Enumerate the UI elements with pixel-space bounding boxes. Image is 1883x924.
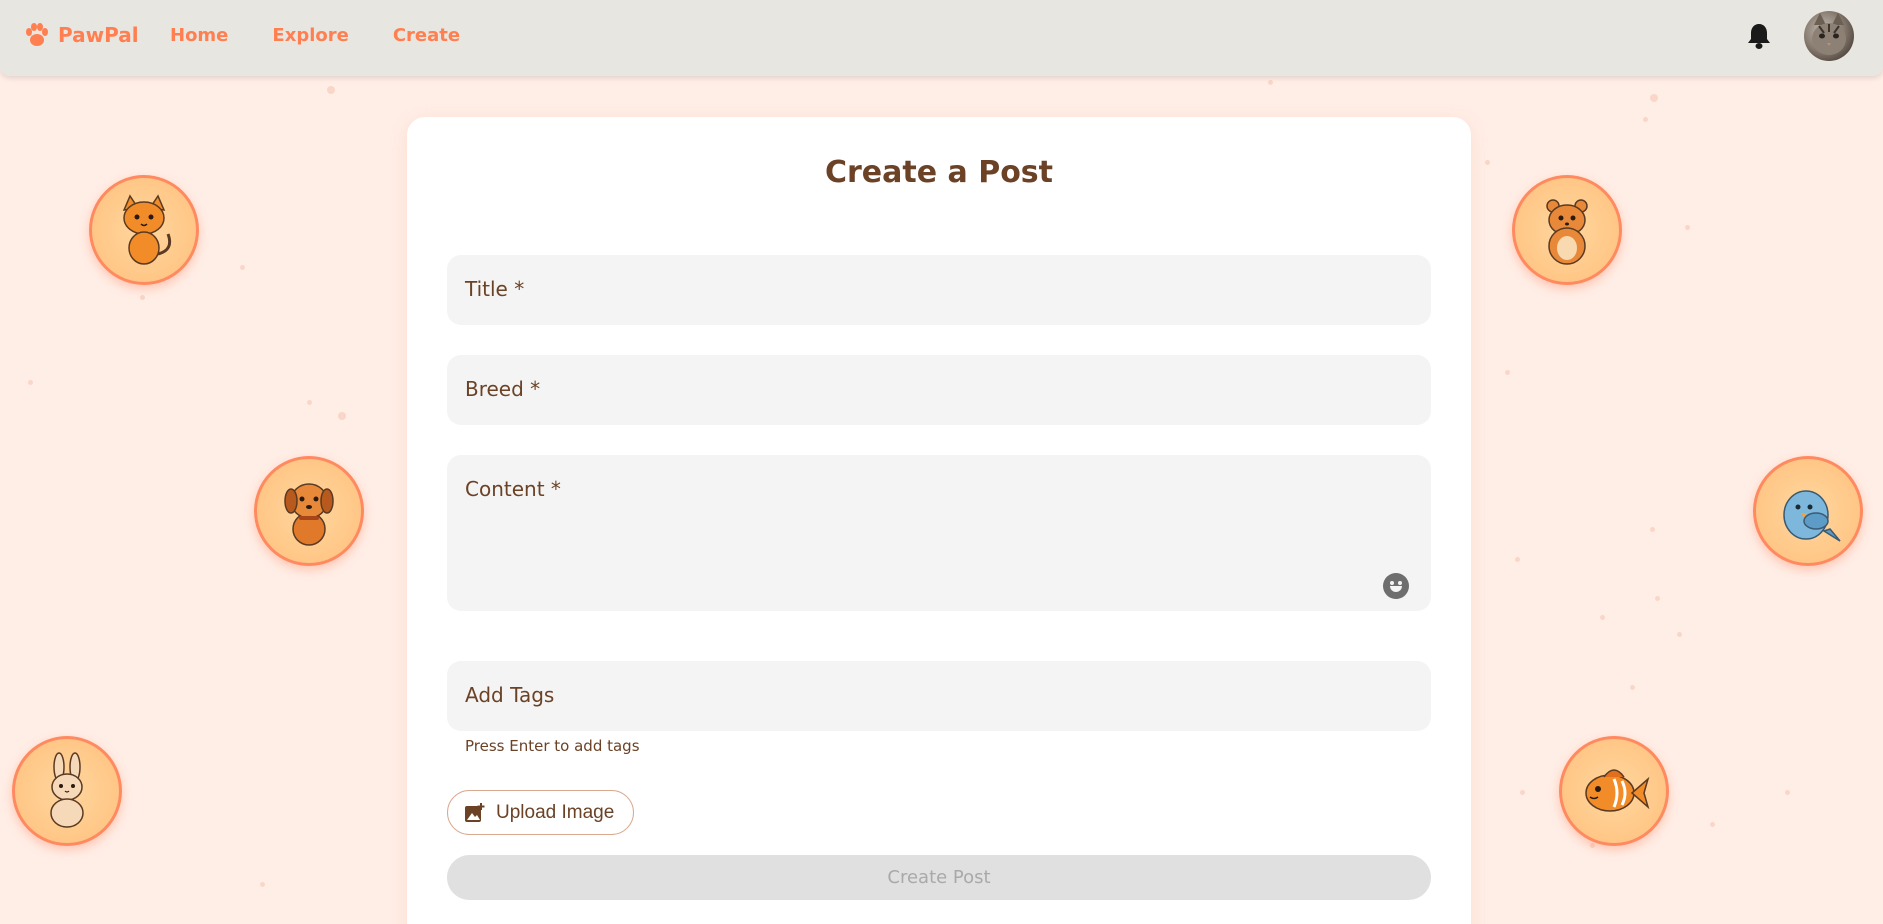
dog-icon — [284, 483, 334, 546]
hamster-icon — [1546, 199, 1588, 265]
user-avatar[interactable] — [1804, 11, 1854, 61]
decorative-dot — [1685, 225, 1690, 230]
decorative-dot — [1677, 632, 1682, 637]
nav-link-explore[interactable]: Explore — [272, 25, 348, 46]
decorative-dot — [1590, 843, 1595, 848]
nav-link-create[interactable]: Create — [393, 25, 460, 46]
main-nav: Home Explore Create — [170, 25, 460, 46]
decorative-dot — [1643, 117, 1648, 122]
cat-illustration — [89, 175, 199, 285]
tags-input-label: Add Tags — [465, 683, 555, 707]
decorative-dot — [1268, 80, 1273, 85]
decorative-dot — [1785, 790, 1790, 795]
decorative-dot — [1655, 596, 1660, 601]
top-navbar: PawPal Home Explore Create — [0, 0, 1883, 76]
decorative-dot — [1515, 557, 1520, 562]
rabbit-illustration — [12, 736, 122, 846]
decorative-dot — [140, 295, 145, 300]
fish-icon — [1585, 769, 1650, 812]
decorative-dot — [307, 400, 312, 405]
tags-hint: Press Enter to add tags — [465, 737, 640, 755]
emoji-icon[interactable] — [1383, 573, 1409, 599]
paw-icon — [26, 23, 48, 46]
bird-icon — [1783, 490, 1841, 542]
decorative-dot — [1505, 370, 1510, 375]
rabbit-icon — [50, 752, 84, 828]
nav-link-home[interactable]: Home — [170, 25, 228, 46]
fish-illustration — [1559, 736, 1669, 846]
dog-illustration — [254, 456, 364, 566]
upload-image-button[interactable]: Upload Image — [447, 790, 634, 835]
decorative-dot — [260, 882, 265, 887]
image-add-icon — [465, 802, 485, 822]
decorative-dot — [240, 265, 245, 270]
avatar-cat-photo — [1812, 13, 1846, 55]
decorative-dot — [1650, 94, 1658, 102]
bird-illustration — [1753, 456, 1863, 566]
title-input-label: Title * — [465, 277, 525, 301]
title-input[interactable]: Title * — [447, 255, 1431, 325]
breed-input-label: Breed * — [465, 377, 541, 401]
create-post-button[interactable]: Create Post — [447, 855, 1431, 900]
decorative-dot — [28, 380, 33, 385]
decorative-dot — [1650, 527, 1655, 532]
upload-image-label: Upload Image — [496, 801, 615, 823]
decorative-dot — [1710, 822, 1715, 827]
decorative-dot — [1630, 685, 1635, 690]
cat-icon — [122, 194, 172, 265]
hamster-illustration — [1512, 175, 1622, 285]
content-textarea[interactable]: Content * — [447, 455, 1431, 611]
create-post-card: Create a Post Title * Breed * Content * … — [407, 117, 1471, 924]
breed-input[interactable]: Breed * — [447, 355, 1431, 425]
decorative-dot — [1520, 790, 1525, 795]
decorative-dot — [1485, 160, 1490, 165]
page-title: Create a Post — [824, 155, 1054, 190]
brand-logo[interactable]: PawPal — [24, 22, 139, 48]
decorative-dot — [327, 86, 335, 94]
content-textarea-label: Content * — [465, 477, 561, 501]
bell-icon[interactable] — [1746, 22, 1772, 50]
decorative-dot — [1600, 615, 1605, 620]
tags-input[interactable]: Add Tags — [447, 661, 1431, 731]
decorative-dot — [338, 412, 346, 420]
brand-name: PawPal — [58, 23, 139, 47]
